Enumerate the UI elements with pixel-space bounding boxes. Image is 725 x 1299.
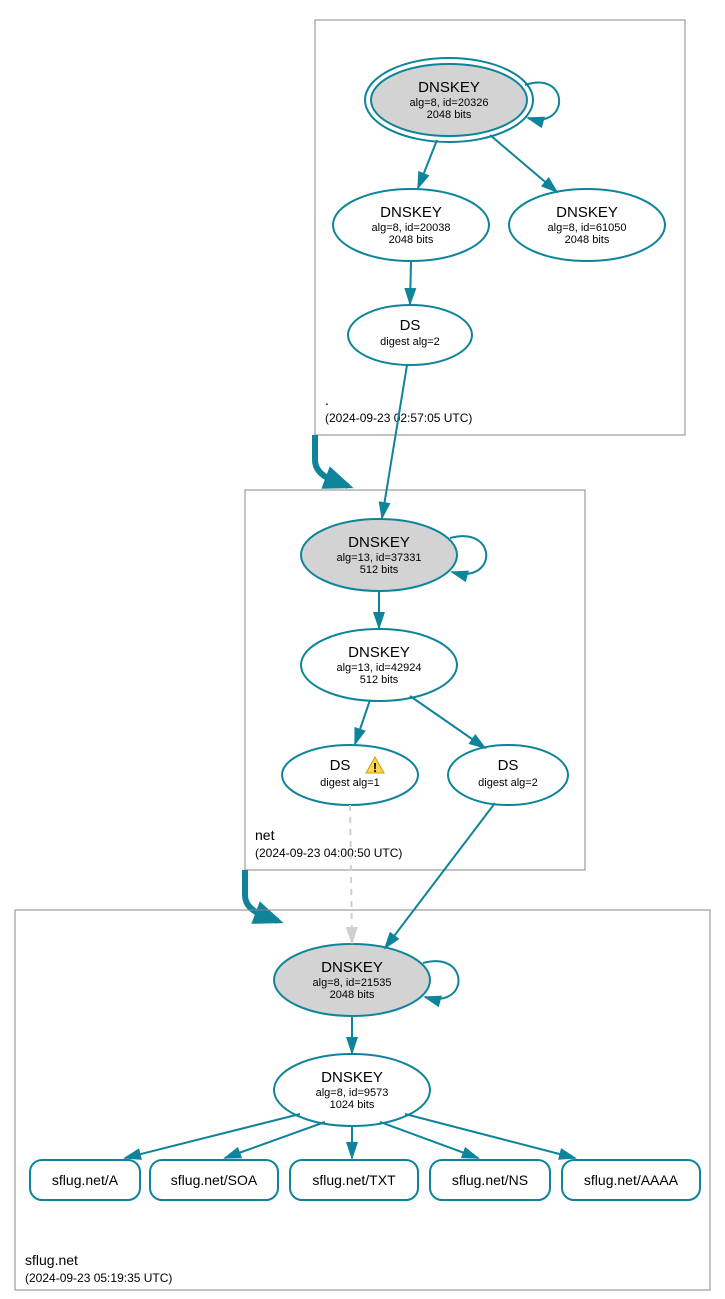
rrset-txt: sflug.net/TXT [290,1160,418,1200]
svg-text:DS: DS [330,757,351,774]
svg-text:DNSKEY: DNSKEY [321,1069,383,1086]
zone-root: . (2024-09-23 02:57:05 UTC) DNSKEY alg=8… [315,20,685,435]
svg-text:1024 bits: 1024 bits [330,1099,375,1111]
edge-net-zsk-ds1 [355,700,370,744]
net-ksk: DNSKEY alg=13, id=37331 512 bits [301,519,457,591]
net-zsk: DNSKEY alg=13, id=42924 512 bits [301,629,457,701]
svg-text:digest alg=1: digest alg=1 [320,777,380,789]
edge-root-ksk-extra [490,135,557,192]
svg-text:alg=8, id=61050: alg=8, id=61050 [548,222,627,234]
rrset-soa: sflug.net/SOA [150,1160,278,1200]
edge-net-ds1-domain-ksk [350,805,352,943]
svg-text:sflug.net/NS: sflug.net/NS [452,1172,528,1188]
svg-text:DS: DS [400,317,421,334]
rrset-ns: sflug.net/NS [430,1160,550,1200]
edge-zsk-aaaa [405,1114,575,1158]
zone-root-label: . [325,392,329,408]
zone-domain: sflug.net (2024-09-23 05:19:35 UTC) DNSK… [15,803,710,1290]
svg-text:DNSKEY: DNSKEY [380,204,442,221]
svg-text:DS: DS [498,757,519,774]
svg-text:sflug.net/A: sflug.net/A [52,1172,119,1188]
svg-text:2048 bits: 2048 bits [565,234,610,246]
svg-text:digest alg=2: digest alg=2 [380,336,440,348]
svg-text:2048 bits: 2048 bits [389,234,434,246]
root-ksk: DNSKEY alg=8, id=20326 2048 bits [365,58,533,142]
edge-zsk-soa [225,1122,325,1158]
rrset-a: sflug.net/A [30,1160,140,1200]
zone-arrow-root-net [315,435,348,486]
edge-net-ds2-domain-ksk [385,803,495,948]
root-zsk: DNSKEY alg=8, id=20038 2048 bits [333,189,489,261]
zone-domain-label: sflug.net [25,1252,78,1268]
svg-text:sflug.net/AAAA: sflug.net/AAAA [584,1172,679,1188]
net-ds1: DS digest alg=1 ! [282,745,418,805]
svg-text:DNSKEY: DNSKEY [348,534,410,551]
zone-net-timestamp: (2024-09-23 04:00:50 UTC) [255,846,402,860]
edge-net-zsk-ds2 [410,696,485,748]
zone-net: net (2024-09-23 04:00:50 UTC) DNSKEY alg… [245,365,585,870]
edge-zsk-ns [380,1122,478,1158]
svg-text:digest alg=2: digest alg=2 [478,777,538,789]
svg-text:sflug.net/SOA: sflug.net/SOA [171,1172,258,1188]
zone-arrow-net-domain [245,870,278,921]
svg-text:alg=13, id=37331: alg=13, id=37331 [336,552,421,564]
svg-text:!: ! [373,760,377,775]
svg-text:alg=8, id=20326: alg=8, id=20326 [410,97,489,109]
domain-ksk: DNSKEY alg=8, id=21535 2048 bits [274,944,430,1016]
edge-root-zsk-ds [410,262,411,304]
svg-text:alg=8, id=20038: alg=8, id=20038 [372,222,451,234]
rrset-aaaa: sflug.net/AAAA [562,1160,700,1200]
svg-text:512 bits: 512 bits [360,674,399,686]
zone-domain-timestamp: (2024-09-23 05:19:35 UTC) [25,1271,172,1285]
net-ds2: DS digest alg=2 [448,745,568,805]
edge-root-ds-net-ksk [382,365,407,518]
svg-text:512 bits: 512 bits [360,564,399,576]
svg-text:2048 bits: 2048 bits [330,989,375,1001]
svg-text:DNSKEY: DNSKEY [556,204,618,221]
svg-text:2048 bits: 2048 bits [427,109,472,121]
edge-zsk-a [125,1114,300,1158]
svg-text:DNSKEY: DNSKEY [321,959,383,976]
svg-text:alg=8, id=21535: alg=8, id=21535 [313,977,392,989]
svg-text:DNSKEY: DNSKEY [348,644,410,661]
svg-text:alg=13, id=42924: alg=13, id=42924 [336,662,421,674]
root-ds: DS digest alg=2 [348,305,472,365]
edge-root-ksk-zsk [418,140,437,188]
svg-text:alg=8, id=9573: alg=8, id=9573 [316,1087,389,1099]
svg-text:sflug.net/TXT: sflug.net/TXT [312,1172,396,1188]
zone-net-label: net [255,827,275,843]
svg-text:DNSKEY: DNSKEY [418,79,480,96]
root-dnskey-extra: DNSKEY alg=8, id=61050 2048 bits [509,189,665,261]
